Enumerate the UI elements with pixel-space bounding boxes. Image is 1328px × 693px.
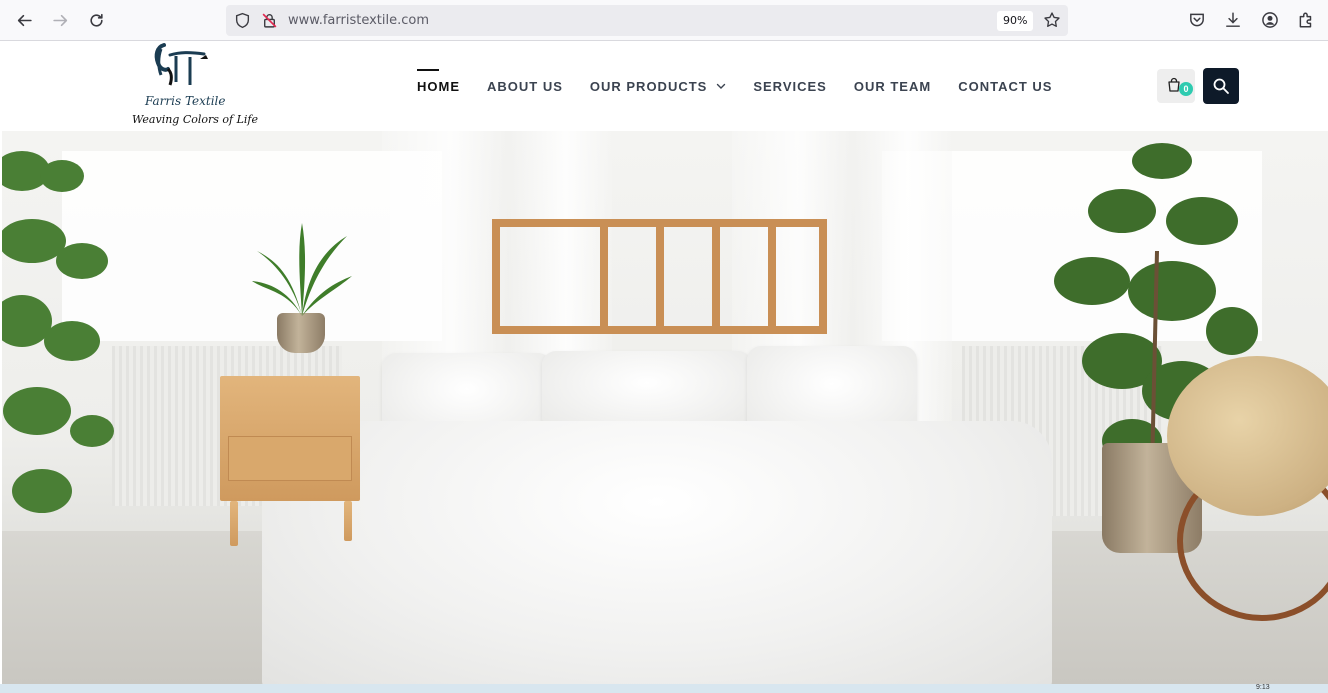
logo-name: Farris Textile: [145, 94, 226, 108]
nav-label: OUR PRODUCTS: [589, 78, 708, 94]
pillow: [542, 351, 752, 431]
url-bar[interactable]: www.farristextile.com 90%: [226, 5, 1068, 36]
pocket-icon[interactable]: [1188, 11, 1206, 29]
download-icon[interactable]: [1224, 11, 1242, 29]
nav-label: OUR TEAM: [853, 78, 932, 94]
nightstand-leg: [344, 501, 352, 541]
nav-label: SERVICES: [753, 78, 827, 94]
nightstand-leg: [230, 501, 238, 546]
headboard-slat: [600, 221, 608, 331]
search-button[interactable]: [1203, 68, 1239, 104]
zoom-level-badge[interactable]: 90%: [997, 11, 1034, 31]
nav-item-our-team[interactable]: OUR TEAM: [854, 41, 931, 131]
headboard-slat: [712, 221, 720, 331]
nav-label: CONTACT US: [958, 78, 1053, 94]
shield-icon[interactable]: [234, 12, 251, 29]
nav-item-home[interactable]: HOME: [417, 41, 460, 131]
bookmark-star-icon[interactable]: [1043, 11, 1061, 29]
browser-toolbar: www.farristextile.com 90%: [0, 0, 1328, 41]
hero-bedroom-image: [2, 131, 1328, 684]
nav-label: HOME: [417, 78, 460, 94]
duvet: [262, 421, 1052, 684]
headboard-slat: [768, 221, 776, 331]
cart-count-badge: 0: [1179, 82, 1193, 96]
left-plant-icon: [2, 151, 114, 513]
nav-item-services[interactable]: SERVICES: [753, 41, 827, 131]
extensions-icon[interactable]: [1297, 11, 1315, 29]
nav-item-about-us[interactable]: ABOUT US: [487, 41, 563, 131]
logo-tagline: Weaving Colors of Life: [132, 113, 259, 126]
nav-item-our-products[interactable]: OUR PRODUCTS: [590, 41, 726, 131]
forward-arrow-icon[interactable]: [48, 8, 72, 32]
os-taskbar: [0, 684, 1328, 693]
search-icon: [1213, 78, 1229, 94]
reload-icon[interactable]: [84, 8, 108, 32]
nav-item-contact-us[interactable]: CONTACT US: [958, 41, 1052, 131]
url-text[interactable]: www.farristextile.com: [288, 13, 429, 28]
nav-label: ABOUT US: [487, 78, 563, 94]
logo-mark-icon: [154, 43, 208, 86]
site-header: Farris Textile Weaving Colors of Life HO…: [0, 41, 1328, 131]
headboard-slat: [656, 221, 664, 331]
chevron-down-icon: [717, 83, 726, 89]
account-icon[interactable]: [1261, 11, 1279, 29]
taskbar-clock: 9:13: [1256, 684, 1270, 691]
back-arrow-icon[interactable]: [12, 8, 36, 32]
small-plant-icon: [252, 223, 352, 316]
site-logo[interactable]: Farris Textile Weaving Colors of Life: [128, 41, 258, 131]
nightstand-drawer: [228, 436, 352, 481]
cart-button[interactable]: 0: [1157, 69, 1195, 103]
main-navigation: HOME ABOUT US OUR PRODUCTS SERVICES OUR …: [417, 41, 1079, 131]
lock-slash-icon[interactable]: [261, 12, 278, 29]
